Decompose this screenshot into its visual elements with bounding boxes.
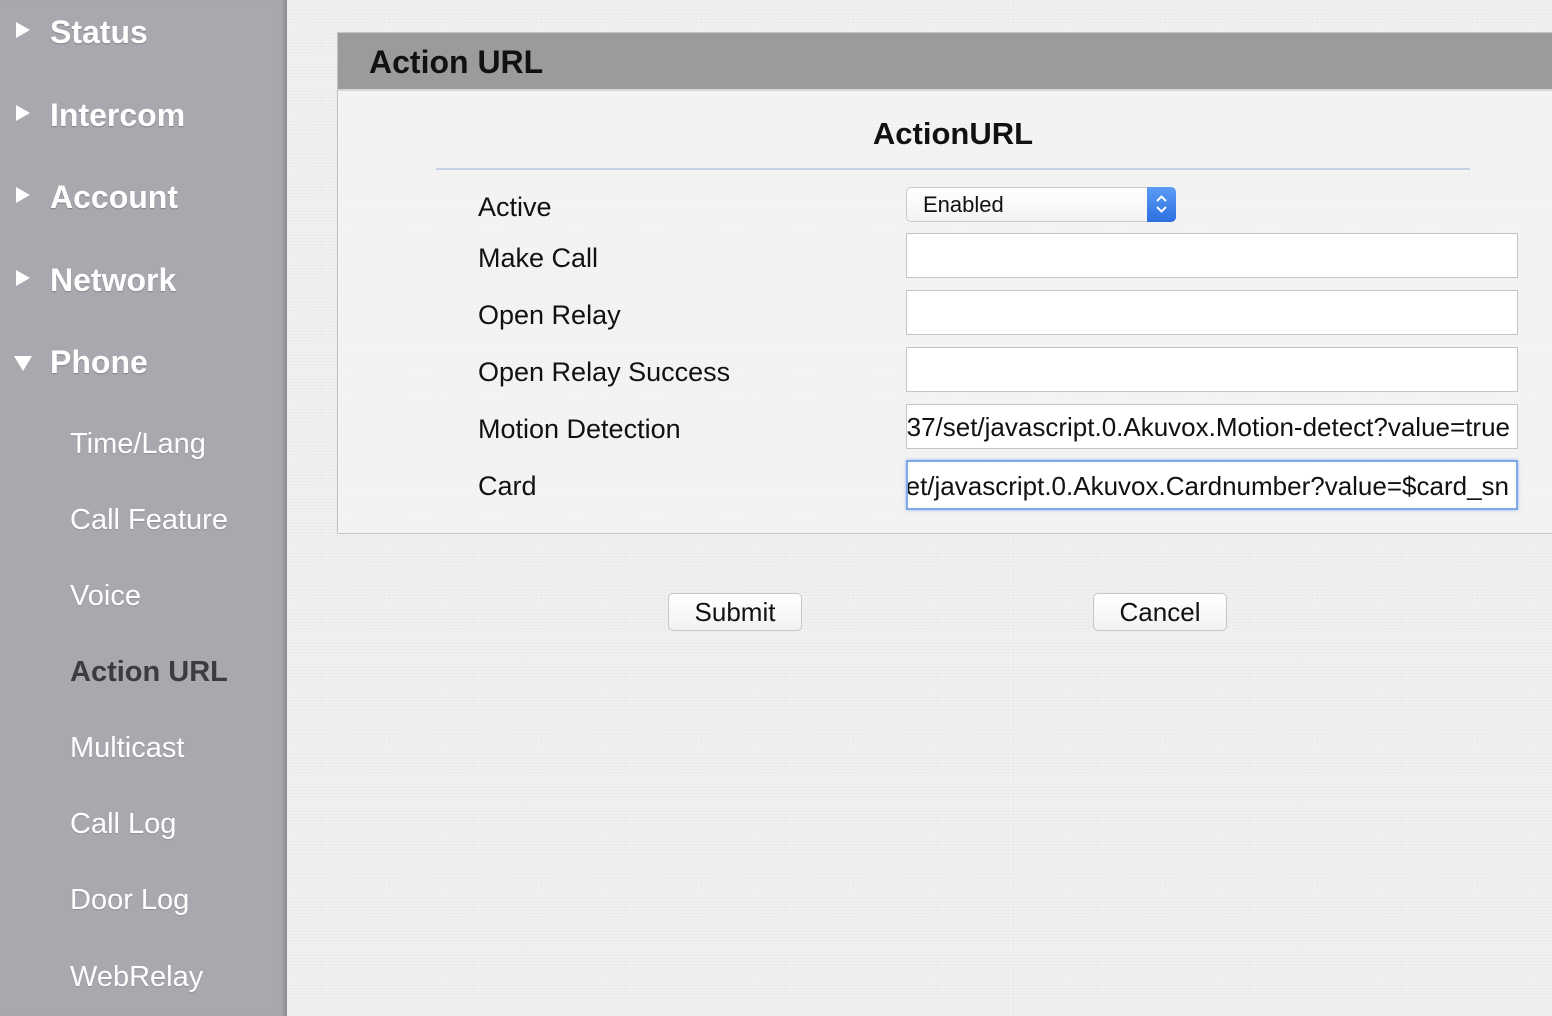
action-url-panel: Action URL ActionURL Active Enabled Make… (337, 32, 1552, 534)
nav-item-phone[interactable]: Phone (0, 344, 287, 404)
section-title: ActionURL (872, 116, 1034, 151)
card-label: Card (478, 471, 537, 501)
nav-item-label: Network (50, 262, 177, 298)
open-relay-success-label: Open Relay Success (478, 357, 731, 387)
collapse-arrow-icon (14, 356, 32, 371)
page-title: Action URL (369, 44, 544, 80)
card-input[interactable]: et/javascript.0.Akuvox.Cardnumber?value=… (906, 460, 1518, 510)
sidebar-item-door-log[interactable]: Door Log (70, 883, 189, 917)
sidebar-item-webrelay[interactable]: WebRelay (70, 960, 203, 994)
make-call-label: Make Call (478, 243, 599, 273)
sidebar-item-call-feature[interactable]: Call Feature (70, 503, 228, 537)
motion-detection-input[interactable]: 37/set/javascript.0.Akuvox.Motion-detect… (906, 404, 1518, 449)
sidebar-item-action-url[interactable]: Action URL (70, 655, 228, 689)
nav-item-label: Status (50, 14, 148, 50)
nav-item-label: Intercom (50, 97, 186, 133)
nav-item-network[interactable]: Network (0, 262, 287, 322)
active-select[interactable]: Enabled (906, 187, 1176, 222)
sidebar-item-multicast[interactable]: Multicast (70, 731, 184, 765)
sidebar-item-time-lang[interactable]: Time/Lang (70, 427, 206, 461)
motion-detection-label: Motion Detection (478, 414, 681, 444)
nav-item-account[interactable]: Account (0, 179, 287, 239)
select-stepper-icon (1147, 187, 1176, 222)
nav-item-status[interactable]: Status (0, 14, 287, 74)
cancel-button[interactable]: Cancel (1093, 593, 1227, 631)
open-relay-input[interactable] (906, 290, 1518, 335)
expand-arrow-icon (16, 270, 30, 286)
motion-detection-value: 37/set/javascript.0.Akuvox.Motion-detect… (906, 412, 1510, 442)
nav-item-intercom[interactable]: Intercom (0, 97, 287, 157)
expand-arrow-icon (16, 22, 30, 38)
expand-arrow-icon (16, 105, 30, 121)
section-divider (436, 168, 1470, 170)
submit-button[interactable]: Submit (668, 593, 802, 631)
make-call-input[interactable] (906, 233, 1518, 278)
open-relay-label: Open Relay (478, 300, 621, 330)
active-select-value: Enabled (923, 192, 1004, 217)
nav-item-label: Phone (50, 344, 148, 380)
open-relay-success-input[interactable] (906, 347, 1518, 392)
card-value: et/javascript.0.Akuvox.Cardnumber?value=… (906, 471, 1509, 501)
nav-item-label: Account (50, 179, 178, 215)
sidebar-item-call-log[interactable]: Call Log (70, 807, 176, 841)
sidebar: Status Intercom Account Network Phone Ti… (0, 0, 287, 1016)
sidebar-item-voice[interactable]: Voice (70, 579, 141, 613)
active-label: Active (478, 192, 552, 222)
panel-header: Action URL (338, 33, 1552, 91)
expand-arrow-icon (16, 187, 30, 203)
